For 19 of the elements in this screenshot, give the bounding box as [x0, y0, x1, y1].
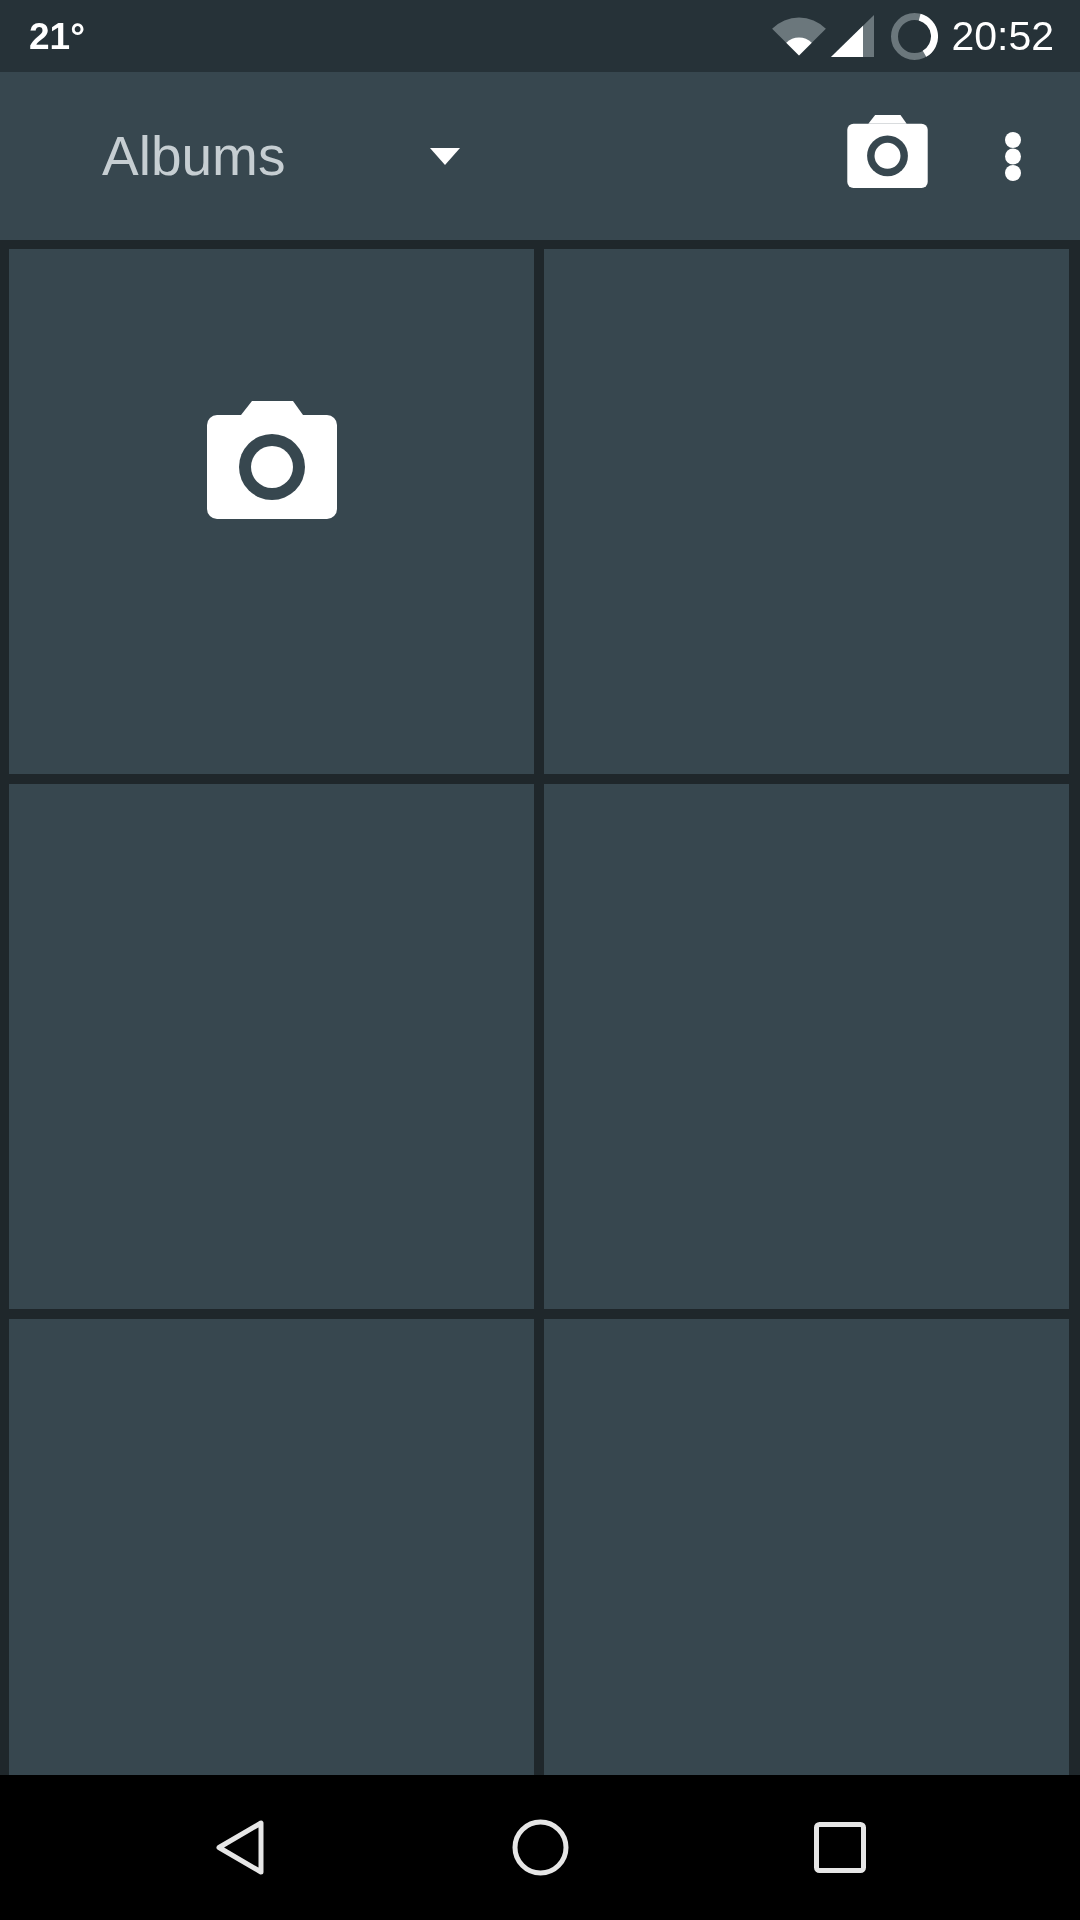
temperature-text: 21° — [29, 17, 85, 55]
caret-icon — [430, 147, 460, 165]
back-icon[interactable] — [215, 1819, 265, 1876]
album-tile[interactable] — [9, 784, 534, 1309]
album-tile[interactable] — [544, 784, 1069, 1309]
more-options-icon[interactable] — [1005, 131, 1021, 181]
album-tile[interactable] — [9, 1319, 534, 1775]
camera-icon — [206, 401, 337, 519]
album-tile[interactable] — [544, 1319, 1069, 1775]
camera-icon[interactable] — [847, 115, 928, 188]
albums-dropdown[interactable]: Albums — [102, 123, 460, 189]
battery-icon — [891, 12, 939, 60]
home-icon[interactable] — [511, 1819, 569, 1876]
signal-icon — [831, 15, 875, 57]
clock-text: 20:52 — [951, 15, 1054, 57]
album-tile[interactable] — [544, 249, 1069, 774]
recent-apps-icon[interactable] — [814, 1822, 866, 1873]
wifi-icon — [772, 16, 827, 56]
camera-tile[interactable] — [9, 249, 534, 774]
